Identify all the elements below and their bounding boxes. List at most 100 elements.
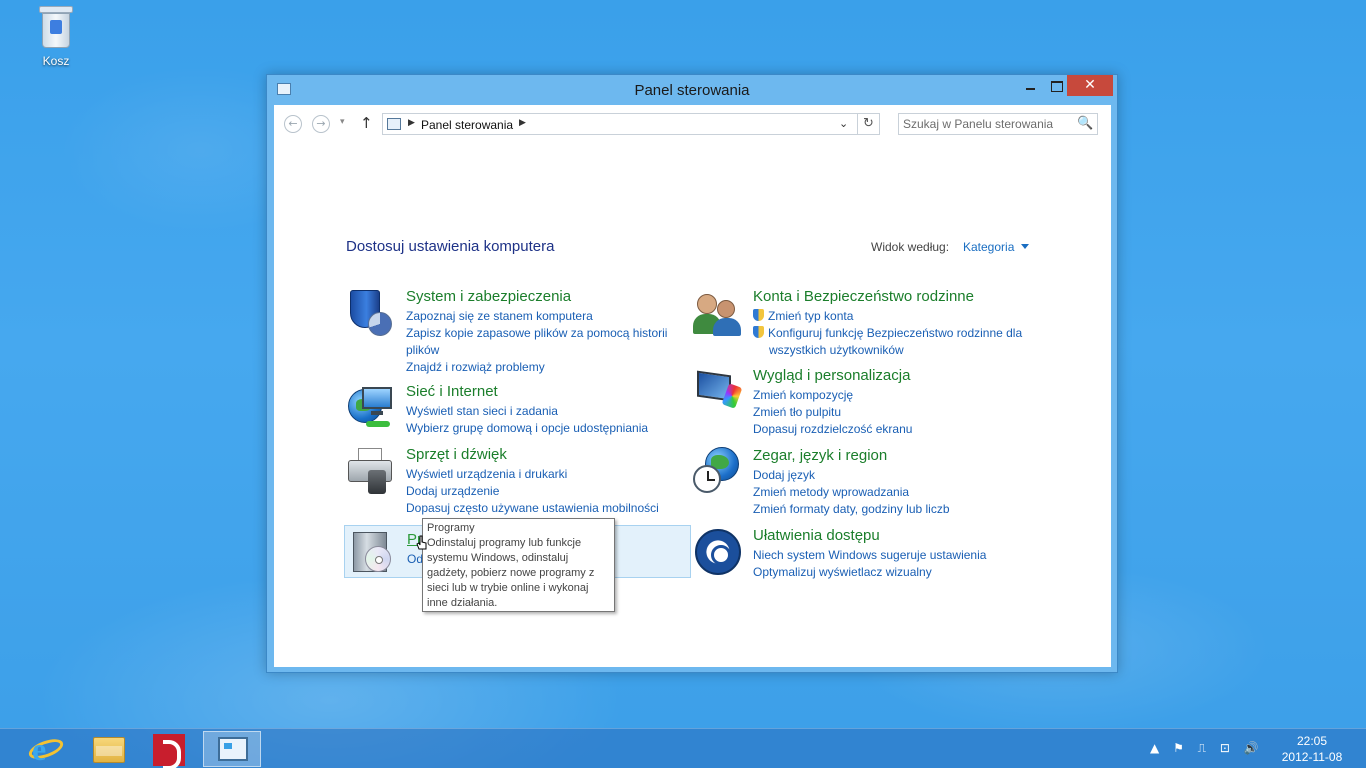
page-heading: Dostosuj ustawienia komputera xyxy=(346,238,555,255)
network-tray-icon[interactable]: ⊡ xyxy=(1220,741,1230,755)
view-by-value[interactable]: Kategoria xyxy=(963,240,1014,254)
red-app-icon xyxy=(153,734,185,768)
address-dropdown-icon[interactable]: ⌄ xyxy=(839,117,848,130)
category-link[interactable]: Zmień typ konta xyxy=(753,308,1033,325)
tooltip-text: Odinstaluj programy lub funkcje systemu … xyxy=(427,537,595,609)
category-link[interactable]: Wyświetl stan sieci i zadania xyxy=(406,403,676,420)
category-link[interactable]: Dopasuj często używane ustawienia mobiln… xyxy=(406,500,676,517)
category-title[interactable]: Ułatwienia dostępu xyxy=(753,527,880,544)
window-content: ← → ▾ ↑ ▶ Panel sterowania ▶ ⌄ ↻ 🔍 Dosto… xyxy=(274,105,1111,667)
category-hardware-sound: Sprzęt i dźwięk Wyświetl urządzenia i dr… xyxy=(346,446,676,518)
user-accounts-icon[interactable] xyxy=(693,288,745,340)
category-link[interactable]: Zapoznaj się ze stanem komputera xyxy=(406,308,676,325)
tooltip-title: Programy xyxy=(427,522,475,534)
category-clock-region: Zegar, język i region Dodaj język Zmień … xyxy=(693,447,1033,519)
category-link[interactable]: Konfiguruj funkcję Bezpieczeństwo rodzin… xyxy=(753,325,1033,359)
category-system-security: System i zabezpieczenia Zapoznaj się ze … xyxy=(346,288,676,378)
search-icon[interactable]: 🔍 xyxy=(1077,116,1093,131)
programs-icon[interactable] xyxy=(347,528,399,580)
clock-region-icon[interactable] xyxy=(693,447,745,499)
action-center-flag-icon[interactable]: ⚑ xyxy=(1173,741,1184,755)
window-title: Panel sterowania xyxy=(634,82,750,99)
network-icon[interactable] xyxy=(346,383,398,435)
appearance-icon[interactable] xyxy=(693,367,745,419)
category-link[interactable]: Wybierz grupę domową i opcje udostępnian… xyxy=(406,420,676,437)
search-input[interactable] xyxy=(903,116,1073,132)
breadcrumb-chevron-icon[interactable]: ▶ xyxy=(519,118,526,128)
system-security-icon[interactable] xyxy=(346,288,398,340)
hardware-sound-icon[interactable] xyxy=(346,446,398,498)
taskbar: e ▲ ⚑ ⎍ ⊡ 🔊 22:05 2012-11-08 xyxy=(0,728,1366,768)
category-link[interactable]: Zmień formaty daty, godziny lub liczb xyxy=(753,501,1023,518)
category-links: Zapoznaj się ze stanem komputera Zapisz … xyxy=(406,308,676,376)
category-link[interactable]: Niech system Windows sugeruje ustawienia xyxy=(753,547,1023,564)
forward-button[interactable]: → xyxy=(312,115,330,133)
category-title[interactable]: Wygląd i personalizacja xyxy=(753,367,910,384)
control-panel-window: Panel sterowania ✕ ← → ▾ ↑ ▶ Panel stero… xyxy=(266,74,1118,673)
navigation-bar: ← → ▾ ↑ ▶ Panel sterowania ▶ ⌄ ↻ 🔍 xyxy=(274,105,1111,143)
category-ease-of-access: Ułatwienia dostępu Niech system Windows … xyxy=(693,527,1033,583)
taskbar-clock[interactable]: 22:05 2012-11-08 xyxy=(1270,733,1354,765)
search-box[interactable]: 🔍 xyxy=(898,113,1098,135)
show-hidden-icons-icon[interactable]: ▲ xyxy=(1150,741,1159,755)
programs-tooltip: Programy Odinstaluj programy lub funkcje… xyxy=(422,518,615,612)
control-panel-icon xyxy=(387,118,401,130)
chevron-down-icon[interactable] xyxy=(1021,244,1030,249)
recent-locations-button[interactable]: ▾ xyxy=(340,117,345,127)
category-link[interactable]: Optymalizuj wyświetlacz wizualny xyxy=(753,564,1023,581)
category-appearance: Wygląd i personalizacja Zmień kompozycję… xyxy=(693,367,1033,439)
clock-date: 2012-11-08 xyxy=(1281,750,1343,764)
up-button[interactable]: ↑ xyxy=(360,114,373,132)
category-user-accounts: Konta i Bezpieczeństwo rodzinne Zmień ty… xyxy=(693,288,1033,360)
system-tray: ▲ ⚑ ⎍ ⊡ 🔊 xyxy=(1150,741,1269,756)
category-link[interactable]: Wyświetl urządzenia i drukarki xyxy=(406,466,676,483)
category-links: Dodaj język Zmień metody wprowadzania Zm… xyxy=(753,467,1023,518)
back-button[interactable]: ← xyxy=(284,115,302,133)
category-title[interactable]: Konta i Bezpieczeństwo rodzinne xyxy=(753,288,974,305)
view-by-label: Widok według: xyxy=(871,240,950,254)
category-network: Sieć i Internet Wyświetl stan sieci i za… xyxy=(346,383,676,439)
category-link[interactable]: Dopasuj rozdzielczość ekranu xyxy=(753,421,1023,438)
category-links: Niech system Windows sugeruje ustawienia… xyxy=(753,547,1023,581)
title-bar[interactable]: Panel sterowania ✕ xyxy=(267,75,1117,105)
category-title[interactable]: Zegar, język i region xyxy=(753,447,887,464)
control-panel-icon xyxy=(218,737,248,761)
taskbar-red-app[interactable] xyxy=(140,731,198,768)
uac-shield-icon xyxy=(753,326,764,338)
category-title[interactable]: Sieć i Internet xyxy=(406,383,498,400)
category-links: Zmień kompozycję Zmień tło pulpitu Dopas… xyxy=(753,387,1023,438)
taskbar-internet-explorer[interactable]: e xyxy=(16,731,74,767)
category-link[interactable]: Dodaj urządzenie xyxy=(406,483,676,500)
refresh-button[interactable]: ↻ xyxy=(858,113,880,135)
category-links: Wyświetl urządzenia i drukarki Dodaj urz… xyxy=(406,466,676,517)
close-button[interactable]: ✕ xyxy=(1067,75,1113,96)
clock-time: 22:05 xyxy=(1296,734,1328,748)
desktop-icon-label: Kosz xyxy=(42,54,70,68)
category-link[interactable]: Dodaj język xyxy=(753,467,1023,484)
ease-of-access-icon[interactable] xyxy=(693,527,745,579)
desktop-icon-recycle-bin[interactable]: Kosz xyxy=(28,6,84,68)
category-link[interactable]: Zmień metody wprowadzania xyxy=(753,484,1023,501)
category-link[interactable]: Znajdź i rozwiąż problemy xyxy=(406,359,676,376)
category-link[interactable]: Zmień kompozycję xyxy=(753,387,1023,404)
taskbar-control-panel[interactable] xyxy=(203,731,261,767)
category-link-text[interactable]: Konfiguruj funkcję Bezpieczeństwo rodzin… xyxy=(768,326,1022,357)
uac-shield-icon xyxy=(753,309,764,321)
power-icon[interactable]: ⎍ xyxy=(1198,741,1206,756)
recycle-bin-icon xyxy=(39,6,73,48)
taskbar-file-explorer[interactable] xyxy=(78,731,136,767)
breadcrumb-control-panel[interactable]: Panel sterowania xyxy=(421,118,513,132)
breadcrumb-chevron-icon[interactable]: ▶ xyxy=(408,118,415,128)
category-link[interactable]: Zmień tło pulpitu xyxy=(753,404,1023,421)
address-bar[interactable]: ▶ Panel sterowania ▶ ⌄ xyxy=(382,113,858,135)
hand-cursor-icon xyxy=(416,535,427,550)
view-by-dropdown[interactable]: Kategoria xyxy=(963,240,1030,254)
category-link[interactable]: Zapisz kopie zapasowe plików za pomocą h… xyxy=(406,325,676,359)
volume-icon[interactable]: 🔊 xyxy=(1244,741,1259,755)
category-title[interactable]: Sprzęt i dźwięk xyxy=(406,446,507,463)
category-title[interactable]: System i zabezpieczenia xyxy=(406,288,571,305)
maximize-button[interactable] xyxy=(1043,75,1069,96)
category-links: Zmień typ konta Konfiguruj funkcję Bezpi… xyxy=(753,308,1033,359)
minimize-button[interactable] xyxy=(1017,75,1043,96)
category-link-text[interactable]: Zmień typ konta xyxy=(768,309,853,323)
